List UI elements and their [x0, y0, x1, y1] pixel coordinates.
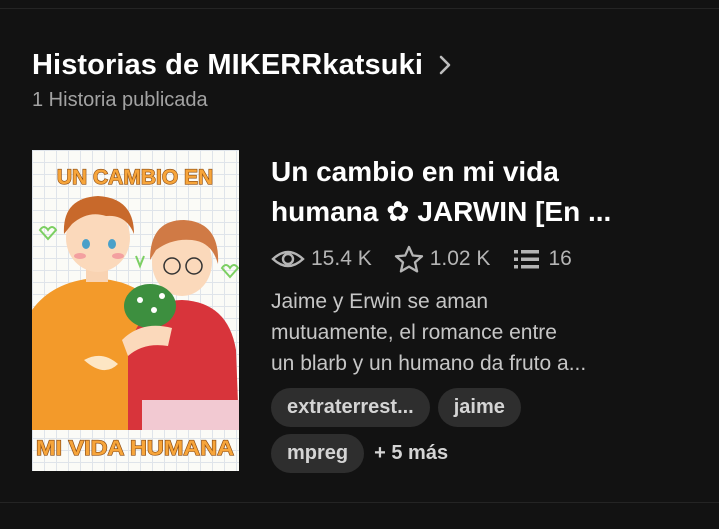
story-description: Jaime y Erwin se aman mutuamente, el rom… — [271, 286, 651, 379]
cover-top-text: UN CAMBIO EN — [57, 166, 213, 189]
story-list-page: Historias de MIKERRkatsuki 1 Historia pu… — [0, 0, 719, 529]
star-icon — [394, 245, 423, 273]
cover-illustration: UN CAMBIO EN MI VIDA HUMANA — [32, 165, 239, 461]
section-title[interactable]: Historias de MIKERRkatsuki — [32, 49, 423, 82]
eye-icon — [271, 250, 305, 268]
reads-count: 15.4 K — [311, 247, 372, 270]
story-title-line-2[interactable]: humana ✿ JARWIN [En ... — [271, 192, 671, 232]
published-count: 1 Historia publicada — [32, 89, 208, 111]
description-line: mutuamente, el romance entre — [271, 321, 557, 344]
story-tags: extraterrest... jaime mpreg + 5 más — [271, 388, 651, 480]
more-tags-link[interactable]: + 5 más — [374, 442, 448, 465]
list-icon — [514, 250, 540, 269]
reads-stat: 15.4 K — [271, 247, 372, 271]
story-title[interactable]: Un cambio en mi vida humana ✿ JARWIN [En… — [271, 152, 671, 232]
cover-bottom-text: MI VIDA HUMANA — [36, 437, 234, 460]
story-card[interactable]: UN CAMBIO EN MI VIDA HUMANA Un cambio en… — [32, 150, 692, 475]
story-title-line-1[interactable]: Un cambio en mi vida — [271, 152, 671, 192]
tag-mpreg[interactable]: mpreg — [271, 434, 365, 473]
parts-stat: 16 — [512, 247, 572, 271]
story-stats: 15.4 K 1.02 K 16 — [271, 244, 594, 274]
description-line: un blarb y un humano da fruto a... — [271, 352, 587, 375]
description-line: Jaime y Erwin se aman — [271, 290, 489, 313]
votes-count: 1.02 K — [429, 247, 491, 270]
parts-count: 16 — [548, 247, 572, 270]
tag-extraterrestre[interactable]: extraterrest... — [271, 388, 430, 427]
top-divider — [0, 8, 719, 9]
tag-row: mpreg + 5 más — [271, 434, 651, 473]
tag-jaime[interactable]: jaime — [437, 388, 521, 427]
bottom-divider — [0, 502, 719, 503]
tag-row: extraterrest... jaime — [271, 388, 651, 427]
chevron-right-icon[interactable] — [435, 53, 455, 77]
stories-section-header[interactable]: Historias de MIKERRkatsuki — [32, 46, 455, 84]
story-cover[interactable]: UN CAMBIO EN MI VIDA HUMANA — [32, 150, 239, 471]
votes-stat: 1.02 K — [394, 245, 491, 273]
